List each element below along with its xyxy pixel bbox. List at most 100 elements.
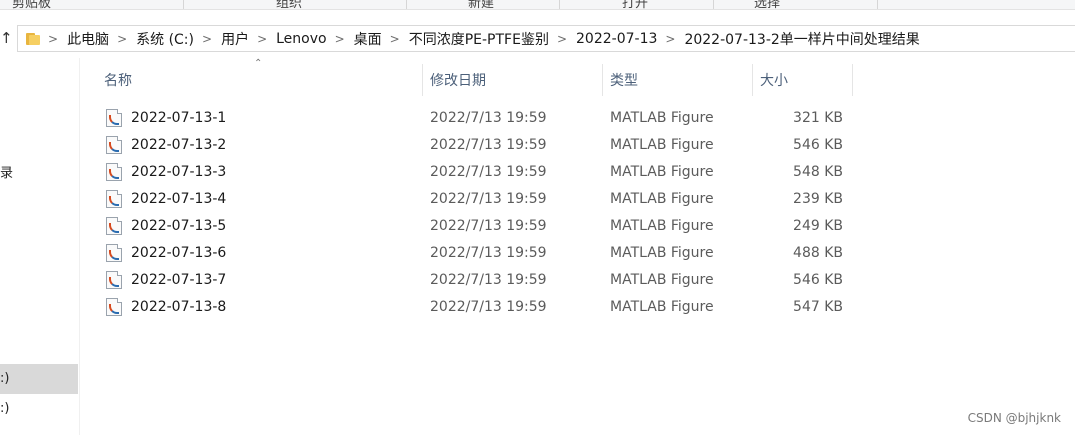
ribbon-divider <box>877 0 878 9</box>
file-name-cell[interactable]: 2022-07-13-6 <box>106 243 227 262</box>
file-name: 2022-07-13-1 <box>131 109 227 126</box>
ribbon-group-new[interactable]: 新建 <box>468 0 494 9</box>
ribbon-divider <box>406 0 407 9</box>
chevron-right-icon[interactable]: > <box>390 32 400 46</box>
chevron-right-icon[interactable]: > <box>117 32 127 46</box>
file-date: 2022/7/13 19:59 <box>430 298 547 315</box>
file-name-cell[interactable]: 2022-07-13-7 <box>106 270 227 289</box>
chevron-right-icon[interactable]: > <box>335 32 345 46</box>
file-date: 2022/7/13 19:59 <box>430 244 547 261</box>
chevron-right-icon[interactable]: > <box>48 32 58 46</box>
file-row[interactable]: 2022-07-13-4 2022/7/13 19:59 MATLAB Figure… <box>100 185 860 212</box>
matlab-figure-icon <box>106 270 122 289</box>
chevron-right-icon[interactable]: > <box>557 32 567 46</box>
matlab-figure-icon <box>106 162 122 181</box>
chevron-right-icon[interactable]: > <box>665 32 675 46</box>
file-name-cell[interactable]: 2022-07-13-3 <box>106 162 227 181</box>
file-size: 548 KB <box>793 163 843 180</box>
file-type: MATLAB Figure <box>610 271 714 288</box>
address-row: ↑ > 此电脑 > 系统 (C:) > 用户 > Lenovo > 桌面 > 不… <box>0 18 1075 58</box>
breadcrumb-pe-ptfe[interactable]: 不同浓度PE-PTFE鉴别 <box>409 29 549 49</box>
column-header-name[interactable]: 名称 <box>104 64 132 96</box>
column-header-size[interactable]: 大小 <box>760 64 788 96</box>
matlab-figure-icon <box>106 297 122 316</box>
file-date: 2022/7/13 19:59 <box>430 217 547 234</box>
file-date: 2022/7/13 19:59 <box>430 271 547 288</box>
file-type: MATLAB Figure <box>610 136 714 153</box>
ribbon: 剪贴板 组织 新建 打开 选择 <box>0 0 1075 10</box>
up-arrow-icon[interactable]: ↑ <box>0 27 13 49</box>
breadcrumb-current-folder[interactable]: 2022-07-13-2单一样片中间处理结果 <box>684 29 919 49</box>
column-divider[interactable] <box>422 64 423 96</box>
matlab-figure-icon <box>106 243 122 262</box>
folder-icon <box>26 32 40 45</box>
column-divider[interactable] <box>752 64 753 96</box>
file-row[interactable]: 2022-07-13-6 2022/7/13 19:59 MATLAB Figure… <box>100 239 860 266</box>
chevron-right-icon[interactable]: > <box>202 32 212 46</box>
column-divider[interactable] <box>602 64 603 96</box>
file-name-cell[interactable]: 2022-07-13-2 <box>106 135 227 154</box>
file-date: 2022/7/13 19:59 <box>430 163 547 180</box>
navigation-pane: 录 :) :) <box>0 58 80 435</box>
watermark: CSDN @bjhjknk <box>967 411 1061 425</box>
file-name: 2022-07-13-6 <box>131 244 227 261</box>
file-name-cell[interactable]: 2022-07-13-5 <box>106 216 227 235</box>
file-size: 249 KB <box>793 217 843 234</box>
file-size: 239 KB <box>793 190 843 207</box>
column-header-date[interactable]: 修改日期 <box>430 64 486 96</box>
file-size: 546 KB <box>793 271 843 288</box>
file-date: 2022/7/13 19:59 <box>430 109 547 126</box>
matlab-figure-icon <box>106 216 122 235</box>
matlab-figure-icon <box>106 189 122 208</box>
breadcrumb-desktop[interactable]: 桌面 <box>354 29 382 49</box>
file-type: MATLAB Figure <box>610 217 714 234</box>
file-row[interactable]: 2022-07-13-1 2022/7/13 19:59 MATLAB Figure… <box>100 104 860 131</box>
file-row[interactable]: 2022-07-13-8 2022/7/13 19:59 MATLAB Figure… <box>100 293 860 320</box>
ribbon-group-clipboard[interactable]: 剪贴板 <box>12 0 51 9</box>
file-list: 2022-07-13-1 2022/7/13 19:59 MATLAB Figure… <box>100 104 860 320</box>
file-size: 488 KB <box>793 244 843 261</box>
file-row[interactable]: 2022-07-13-5 2022/7/13 19:59 MATLAB Figure… <box>100 212 860 239</box>
file-row[interactable]: 2022-07-13-2 2022/7/13 19:59 MATLAB Figure… <box>100 131 860 158</box>
file-size: 547 KB <box>793 298 843 315</box>
file-name-cell[interactable]: 2022-07-13-4 <box>106 189 227 208</box>
address-bar[interactable]: > 此电脑 > 系统 (C:) > 用户 > Lenovo > 桌面 > 不同浓… <box>17 25 1075 52</box>
file-name-cell[interactable]: 2022-07-13-1 <box>106 108 227 127</box>
ribbon-group-select[interactable]: 选择 <box>754 0 780 9</box>
ribbon-group-open[interactable]: 打开 <box>622 0 648 9</box>
breadcrumb-date-folder[interactable]: 2022-07-13 <box>576 31 657 47</box>
file-type: MATLAB Figure <box>610 163 714 180</box>
breadcrumb-system-c[interactable]: 系统 (C:) <box>136 29 194 49</box>
file-date: 2022/7/13 19:59 <box>430 136 547 153</box>
file-date: 2022/7/13 19:59 <box>430 190 547 207</box>
breadcrumb-this-pc[interactable]: 此电脑 <box>67 29 109 49</box>
file-size: 321 KB <box>793 109 843 126</box>
ribbon-divider <box>713 0 714 9</box>
file-type: MATLAB Figure <box>610 244 714 261</box>
file-name-cell[interactable]: 2022-07-13-8 <box>106 297 227 316</box>
breadcrumb-lenovo[interactable]: Lenovo <box>276 31 326 47</box>
chevron-right-icon[interactable]: > <box>257 32 267 46</box>
file-type: MATLAB Figure <box>610 190 714 207</box>
file-name: 2022-07-13-4 <box>131 190 227 207</box>
file-name: 2022-07-13-5 <box>131 217 227 234</box>
column-divider[interactable] <box>852 64 853 96</box>
nav-item-drive-c[interactable]: :) <box>0 371 9 386</box>
matlab-figure-icon <box>106 135 122 154</box>
file-name: 2022-07-13-3 <box>131 163 227 180</box>
column-header-type[interactable]: 类型 <box>610 64 638 96</box>
file-name: 2022-07-13-7 <box>131 271 227 288</box>
nav-item-fragment[interactable]: 录 <box>0 162 13 181</box>
ribbon-divider <box>559 0 560 9</box>
nav-item-selected[interactable] <box>0 364 78 394</box>
breadcrumb-users[interactable]: 用户 <box>221 29 249 49</box>
file-row[interactable]: 2022-07-13-7 2022/7/13 19:59 MATLAB Figure… <box>100 266 860 293</box>
file-name: 2022-07-13-8 <box>131 298 227 315</box>
ribbon-group-organize[interactable]: 组织 <box>276 0 302 9</box>
file-type: MATLAB Figure <box>610 298 714 315</box>
file-type: MATLAB Figure <box>610 109 714 126</box>
ribbon-divider <box>183 0 184 9</box>
file-row[interactable]: 2022-07-13-3 2022/7/13 19:59 MATLAB Figure… <box>100 158 860 185</box>
file-name: 2022-07-13-2 <box>131 136 227 153</box>
nav-item-drive-d[interactable]: :) <box>0 401 9 416</box>
